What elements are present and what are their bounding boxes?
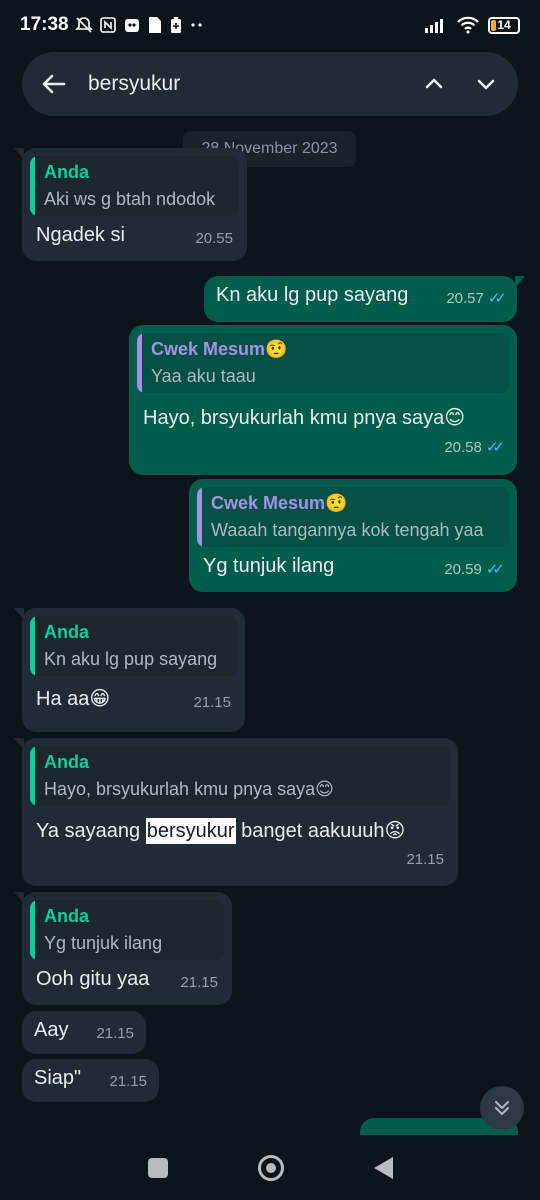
quote-text: Kn aku lg pup sayang [44, 649, 218, 669]
message-meta: 20.58 ✓✓ [444, 438, 505, 457]
previous-result-icon[interactable] [420, 70, 448, 98]
message-bubble-incoming[interactable]: Siap" 21.15 [22, 1059, 159, 1102]
wifi-icon [457, 16, 479, 34]
message-text: Hayo, brsyukurlah kmu pnya saya😊 [143, 407, 466, 429]
message-text: Ya sayaang bersyukur banget aakuuuh😡 [36, 818, 444, 844]
message-text: Kn aku lg pup sayang [216, 284, 409, 306]
signal-icon [425, 19, 443, 33]
message-text: Yg tunjuk ilang [203, 555, 335, 577]
mute-notifications-icon [74, 17, 93, 33]
next-result-icon[interactable] [472, 70, 500, 98]
quoted-message[interactable]: Anda Kn aku lg pup sayang [30, 616, 237, 676]
scroll-to-bottom-button[interactable] [480, 1086, 524, 1130]
status-icons-left [74, 16, 205, 34]
more-dots-icon [191, 23, 202, 27]
search-bar: bersyukur [22, 52, 518, 116]
back-icon[interactable] [373, 1156, 393, 1179]
message-text: Aay [34, 1019, 69, 1041]
double-chevron-down-icon [495, 1101, 509, 1115]
quoted-message[interactable]: Anda Hayo, brsyukurlah kmu pnya saya😊 [30, 746, 450, 806]
message-time: 20.57 [446, 289, 484, 307]
status-bar: 17:38 14 [0, 0, 540, 50]
quote-author: Cwek Mesum🤨 [151, 339, 288, 359]
quote-author: Anda [44, 162, 89, 182]
search-match-highlight: bersyukur [145, 818, 236, 844]
message-text: Ngadek si [36, 224, 125, 246]
read-ticks-icon: ✓✓ [487, 290, 507, 307]
status-icons-right: 14 [424, 16, 520, 34]
message-bubble-incoming[interactable]: Anda Yg tunjuk ilang Ooh gitu yaa 21.15 [14, 892, 232, 1005]
message-bubble-incoming[interactable]: Anda Kn aku lg pup sayang Ha aa😁 21.15 [14, 608, 245, 732]
quote-author: Anda [44, 906, 89, 926]
message-time: 21.15 [96, 1025, 134, 1042]
quoted-message[interactable]: Cwek Mesum🤨 Yaa aku taau [137, 333, 509, 393]
message-text-before: Ya sayaang [36, 820, 146, 842]
quoted-message[interactable]: Cwek Mesum🤨 Waaah tangannya kok tengah y… [197, 487, 509, 547]
message-text: Siap" [34, 1067, 82, 1089]
message-time: 21.15 [193, 694, 231, 711]
message-text: Ooh gitu yaa [36, 968, 150, 990]
back-arrow-icon[interactable] [40, 70, 68, 98]
battery-saver-icon [170, 17, 181, 33]
message-text-after: banget aakuuuh😡 [235, 820, 406, 842]
message-meta: 20.59 ✓✓ [444, 560, 505, 579]
message-text: Ha aa😁 [36, 688, 111, 710]
nfc-icon [99, 17, 116, 33]
quoted-message[interactable]: Anda Yg tunjuk ilang [30, 900, 224, 960]
quote-author: Cwek Mesum🤨 [211, 493, 348, 513]
file-icon [148, 17, 161, 33]
quote-text: Yg tunjuk ilang [44, 933, 163, 953]
quote-text: Hayo, brsyukurlah kmu pnya saya😊 [44, 779, 334, 799]
app-icon [124, 19, 139, 32]
message-bubble-outgoing[interactable]: Cwek Mesum🤨 Yaa aku taau Hayo, brsyukurl… [129, 325, 517, 475]
message-bubble-incoming[interactable]: Anda Hayo, brsyukurlah kmu pnya saya😊 Ya… [14, 738, 458, 886]
message-time: 21.15 [406, 851, 444, 868]
message-time: 20.55 [195, 230, 233, 247]
battery-icon: 14 [488, 16, 520, 34]
message-time: 21.15 [109, 1073, 147, 1090]
battery-level [491, 19, 496, 31]
message-meta: 20.57 ✓✓ [446, 289, 507, 308]
read-ticks-icon: ✓✓ [485, 439, 505, 456]
message-time: 20.58 [444, 438, 482, 456]
recent-apps-icon[interactable] [147, 1157, 168, 1178]
home-icon[interactable] [257, 1154, 284, 1181]
message-time: 20.59 [444, 560, 482, 578]
message-time: 21.15 [180, 974, 218, 991]
quote-text: Waaah tangannya kok tengah yaa [211, 520, 484, 540]
search-input[interactable]: bersyukur [88, 72, 396, 96]
message-bubble-incoming[interactable]: Anda Aki ws g btah ndodok Ngadek si 20.5… [14, 148, 247, 261]
quote-text: Yaa aku taau [151, 366, 256, 386]
quote-text: Aki ws g btah ndodok [44, 189, 216, 209]
system-navigation-bar [0, 1135, 540, 1200]
quoted-message[interactable]: Anda Aki ws g btah ndodok [30, 156, 239, 216]
quote-author: Anda [44, 752, 89, 772]
message-bubble-outgoing[interactable]: Kn aku lg pup sayang 20.57 ✓✓ [204, 276, 525, 322]
quote-author: Anda [44, 622, 89, 642]
read-ticks-icon: ✓✓ [485, 561, 505, 578]
message-bubble-incoming[interactable]: Aay 21.15 [22, 1011, 146, 1054]
status-time: 17:38 [20, 14, 69, 35]
message-bubble-outgoing[interactable]: Cwek Mesum🤨 Waaah tangannya kok tengah y… [189, 479, 517, 592]
battery-percent: 14 [497, 18, 511, 32]
